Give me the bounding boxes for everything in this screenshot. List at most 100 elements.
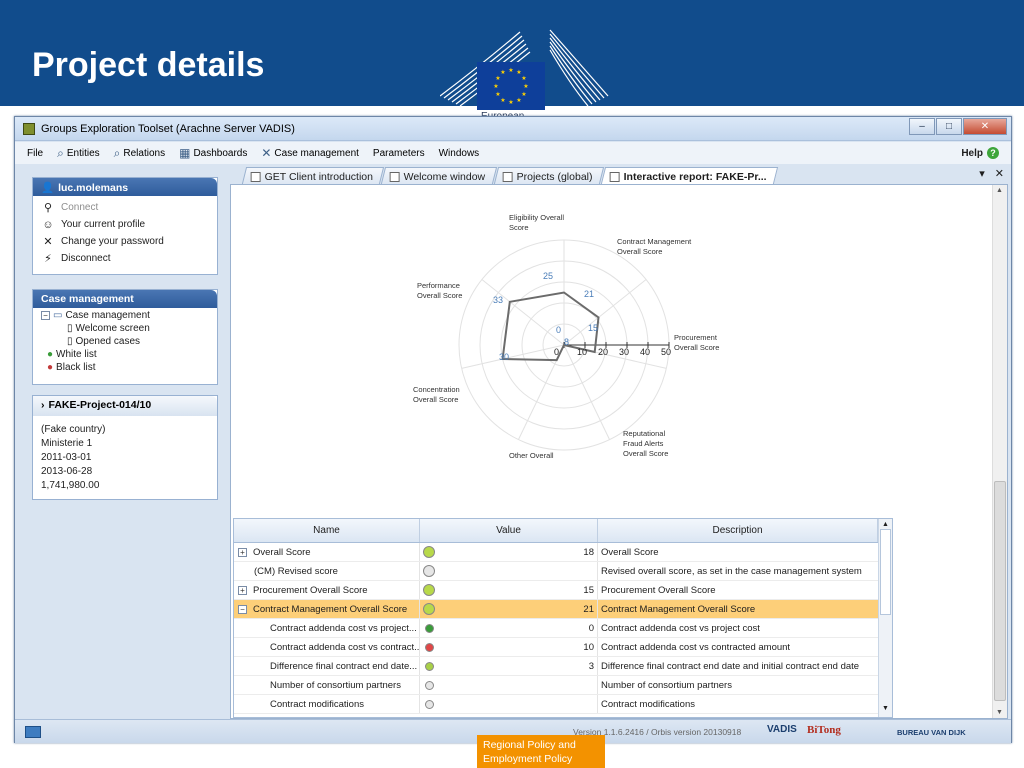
expand-icon[interactable]: › (41, 399, 45, 411)
expand-icon[interactable]: + (238, 585, 247, 595)
footer-line-2: Employment Policy (483, 753, 573, 765)
page-icon (609, 172, 620, 182)
radar-value-label: 33 (493, 295, 504, 305)
row-value: 0 (588, 622, 594, 634)
column-header-name[interactable]: Name (234, 519, 420, 542)
collapse-icon[interactable]: − (41, 311, 50, 320)
radar-tick-label: 30 (619, 347, 630, 357)
cell-name: − Contract Management Overall Score (234, 600, 420, 618)
project-amount: 1,741,980.00 (41, 480, 100, 491)
table-row[interactable]: + Overall Score 18 Overall Score (234, 543, 892, 562)
table-row[interactable]: (CM) Revised score Revised overall score,… (234, 562, 892, 581)
profile-link[interactable]: ☺ Your current profile (41, 216, 209, 233)
tab-welcome-window[interactable]: Welcome window (381, 167, 497, 184)
menu-relations[interactable]: ⌕ Relations (114, 146, 165, 161)
connect-icon: ⚲ (43, 202, 53, 214)
table-row[interactable]: Contract addenda cost vs contract... 10 Co… (234, 638, 892, 657)
content-scrollbar[interactable]: ▲ ▼ (992, 185, 1007, 718)
collapse-icon[interactable]: − (238, 604, 247, 614)
tree-black-list[interactable]: ● Black list (41, 361, 209, 374)
table-scrollbar[interactable]: ▲ ▼ (878, 519, 892, 717)
dashboard-icon: ▦ (179, 146, 191, 160)
table-row[interactable]: Difference final contract end date... 3 Di… (234, 657, 892, 676)
cell-value: 15 (420, 581, 598, 599)
cell-description: Contract Management Overall Score (601, 603, 756, 615)
menu-file[interactable]: File (27, 148, 43, 159)
table-scroll-thumb[interactable] (880, 529, 891, 615)
menu-entities[interactable]: ⌕ Entities (57, 146, 100, 161)
expand-icon[interactable]: + (238, 547, 247, 557)
connect-label: Connect (61, 202, 99, 213)
radar-tick-label: 20 (598, 347, 609, 357)
project-country: (Fake country) (41, 424, 106, 435)
cell-name: Difference final contract end date... (234, 657, 420, 675)
table-row[interactable]: Contract addenda cost vs project... 0 Cont… (234, 619, 892, 638)
menu-parameters[interactable]: Parameters (373, 148, 425, 159)
tab-label: Interactive report: FAKE-Pr... (623, 171, 767, 183)
change-password-link[interactable]: ✕ Change your password (41, 233, 209, 250)
tab-projects-global[interactable]: Projects (global) (493, 167, 604, 184)
status-indicator-icon (423, 546, 435, 558)
bureau-van-dijk-logo: BUREAU VAN DIJK (897, 728, 966, 737)
table-row[interactable]: Number of consortium partners Number of c… (234, 676, 892, 695)
tree-opened-cases[interactable]: ▯ Opened cases (41, 335, 209, 348)
app-icon (23, 123, 35, 135)
close-button[interactable]: ✕ (963, 118, 1007, 135)
tree-welcome-screen[interactable]: ▯ Welcome screen (41, 322, 209, 335)
tree-case-management[interactable]: − ▭ Case management (41, 309, 209, 322)
svg-text:★: ★ (508, 67, 513, 74)
menu-help[interactable]: Help ? (961, 147, 999, 159)
table-row[interactable]: Contract modifications Contract modificat… (234, 695, 892, 714)
tree-white-list[interactable]: ● White list (41, 348, 209, 361)
radar-axis-label: Eligibility Overall Score (509, 213, 565, 232)
tools-icon: ✕ (261, 146, 272, 160)
network-icon (25, 726, 41, 738)
row-value: 18 (583, 546, 594, 558)
scroll-up-icon[interactable]: ▲ (882, 521, 889, 528)
row-name: (CM) Revised score (254, 565, 338, 577)
tree-opened-cases-label: Opened cases (75, 336, 141, 347)
menu-dashboards[interactable]: ▦ Dashboards (179, 146, 247, 160)
table-row[interactable]: − Contract Management Overall Score 21 Cont… (234, 600, 892, 619)
tree-welcome-screen-label: Welcome screen (75, 323, 150, 334)
cell-description: Number of consortium partners (601, 679, 732, 691)
tab-interactive-report[interactable]: Interactive report: FAKE-Pr... (600, 167, 778, 184)
cell-value: 0 (420, 619, 598, 637)
row-name: Contract addenda cost vs project... (270, 622, 417, 634)
menu-windows[interactable]: Windows (439, 148, 480, 159)
maximize-button[interactable]: □ (936, 118, 962, 135)
scroll-down-icon[interactable]: ▼ (882, 705, 889, 712)
close-tab-icon[interactable]: ✕ (995, 167, 1004, 180)
slide-title: Project details (32, 46, 265, 84)
tab-label: Projects (global) (516, 171, 593, 183)
profile-icon: ☺ (42, 218, 54, 231)
tab-get-client-introduction[interactable]: GET Client introduction (241, 167, 385, 184)
whitelist-icon: ● (47, 349, 54, 360)
scroll-down-icon[interactable]: ▼ (996, 709, 1003, 716)
cell-description: Procurement Overall Score (601, 584, 716, 596)
column-header-description[interactable]: Description (598, 519, 878, 542)
cell-name: Contract addenda cost vs contract... (234, 638, 420, 656)
cell-name: + Overall Score (234, 543, 420, 561)
document-icon: ▯ (67, 336, 73, 347)
connect-link[interactable]: ⚲ Connect (41, 199, 209, 216)
menu-parameters-label: Parameters (372, 147, 425, 159)
tab-list-dropdown-icon[interactable]: ▾ (979, 167, 985, 180)
user-panel-header: 👤 luc.molemans (33, 178, 217, 196)
cell-value: 3 (420, 657, 598, 675)
radar-axis-label: Concentration Overall Score (413, 385, 460, 404)
menu-case-management[interactable]: ✕ Case management (261, 146, 359, 160)
project-panel: › FAKE-Project-014/10 (Fake country) Mini… (32, 395, 218, 500)
table-row[interactable]: + Procurement Overall Score 15 Procurement … (234, 581, 892, 600)
minimize-button[interactable]: – (909, 118, 935, 135)
disconnect-link[interactable]: ⚡ Disconnect (41, 250, 209, 267)
content-scroll-thumb[interactable] (994, 481, 1006, 701)
page-icon (250, 172, 261, 182)
search-icon: ⌕ (113, 145, 121, 160)
radar-chart (458, 239, 670, 451)
radar-axis-label: Reputational Fraud Alerts Overall Score (623, 429, 669, 458)
column-header-value[interactable]: Value (420, 519, 598, 542)
scroll-up-icon[interactable]: ▲ (996, 187, 1003, 194)
cell-value (420, 695, 598, 713)
radar-value-label: 25 (543, 271, 554, 281)
